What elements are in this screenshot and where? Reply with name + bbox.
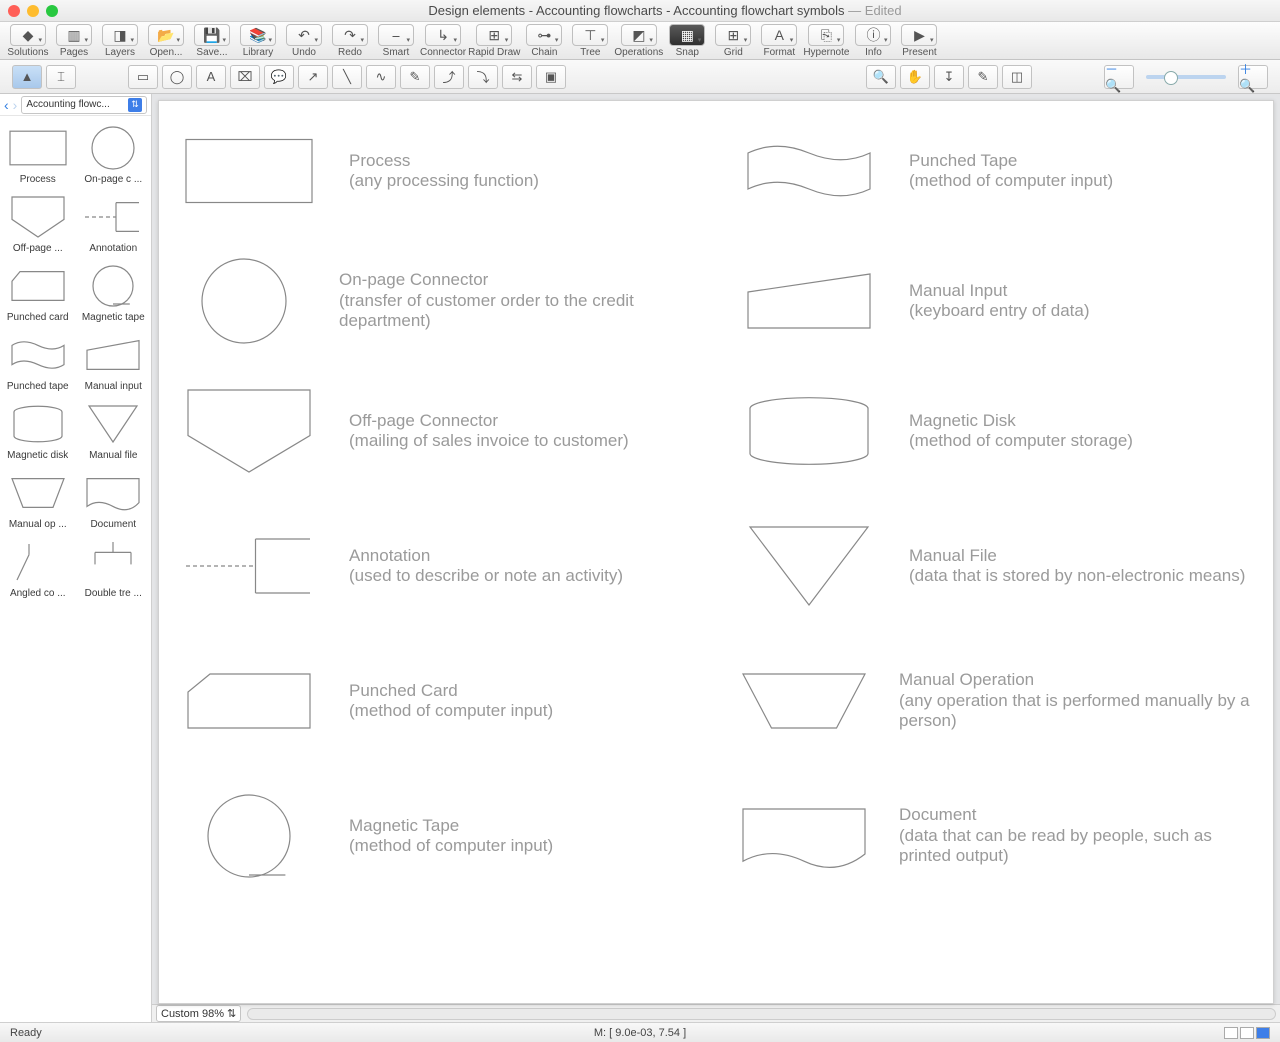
info-button[interactable]: ⓘ▾Info <box>851 24 895 58</box>
canvas-doc[interactable]: Document(data that can be read by people… <box>739 791 1259 881</box>
stencil-offpage[interactable]: Off-page ... <box>2 191 74 254</box>
zoom-slider[interactable] <box>1146 75 1226 79</box>
canvas-annot[interactable]: Annotation(used to describe or note an a… <box>179 521 699 611</box>
stencil-minput[interactable]: Manual input <box>78 329 150 392</box>
fullscreen-icon[interactable] <box>46 5 58 17</box>
canvas-mtape[interactable]: Magnetic Tape(method of computer input) <box>179 791 699 881</box>
canvas-pcard[interactable]: Punched Card(method of computer input) <box>179 656 699 746</box>
group-tool[interactable]: ▣ <box>536 65 566 89</box>
hypernote-button[interactable]: ⎘▾Hypernote <box>803 24 849 58</box>
shelf-back-button[interactable]: ‹ <box>4 97 9 113</box>
operations-button[interactable]: ◩▾Operations <box>614 24 663 58</box>
A-tool[interactable]: A <box>196 65 226 89</box>
view-mode-3[interactable] <box>1256 1027 1270 1039</box>
callout-tool[interactable]: 💬 <box>264 65 294 89</box>
textbox-tool[interactable]: ⌧ <box>230 65 260 89</box>
rapid-draw-button[interactable]: ⊞▾Rapid Draw <box>468 24 520 58</box>
canvas-offpage[interactable]: Off-page Connector(mailing of sales invo… <box>179 386 699 476</box>
layers-button[interactable]: ◨▾Layers <box>98 24 142 58</box>
snap-button[interactable]: ▦▾Snap <box>665 24 709 58</box>
rect-tool[interactable]: ▭ <box>128 65 158 89</box>
stencil-angled[interactable]: Angled co ... <box>2 536 74 599</box>
grid-button[interactable]: ⊞▾Grid <box>711 24 755 58</box>
arrow-tool[interactable]: ↗ <box>298 65 328 89</box>
zoom-out-button[interactable]: －🔍 <box>1104 65 1134 89</box>
minimize-icon[interactable] <box>27 5 39 17</box>
canvas-minput[interactable]: Manual Input(keyboard entry of data) <box>739 256 1259 346</box>
status-ready: Ready <box>10 1027 42 1039</box>
ellipse-tool[interactable]: ◯ <box>162 65 192 89</box>
horizontal-scrollbar[interactable] <box>247 1008 1276 1020</box>
stencil-rect[interactable]: Process <box>2 122 74 185</box>
stencil-sidebar: ‹ › Accounting flowc... ⇅ ProcessOn-page… <box>0 94 152 1022</box>
status-bar: Ready M: [ 9.0e-03, 7.54 ] <box>0 1022 1280 1042</box>
stencil-doc[interactable]: Document <box>78 467 150 530</box>
stencil-mop[interactable]: Manual op ... <box>2 467 74 530</box>
shape-toolbar: ▲ ⌶ ▭◯A⌧💬↗╲∿✎⤴⤵⇆▣ 🔍✋↧✎◫ －🔍 ＋🔍 <box>0 60 1280 94</box>
redo-button[interactable]: ↷▾Redo <box>328 24 372 58</box>
canvas[interactable]: Process(any processing function) Punched … <box>158 100 1274 1004</box>
save--button[interactable]: 💾▾Save... <box>190 24 234 58</box>
format-button[interactable]: A▾Format <box>757 24 801 58</box>
pages-button[interactable]: ▥▾Pages <box>52 24 96 58</box>
pen-tool[interactable]: ✎ <box>400 65 430 89</box>
stencil-pcard[interactable]: Punched card <box>2 260 74 323</box>
canvas-mfile[interactable]: Manual File(data that is stored by non-e… <box>739 521 1259 611</box>
pointer-tool[interactable]: ▲ <box>12 65 42 89</box>
canvas-circle[interactable]: On-page Connector(transfer of customer o… <box>179 256 699 346</box>
text-cursor-tool[interactable]: ⌶ <box>46 65 76 89</box>
status-coords: M: [ 9.0e-03, 7.54 ] <box>594 1027 686 1039</box>
solutions-button[interactable]: ◆▾Solutions <box>6 24 50 58</box>
undo-button[interactable]: ↶▾Undo <box>282 24 326 58</box>
stencil-ptape[interactable]: Punched tape <box>2 329 74 392</box>
connect2-tool[interactable]: ⤵ <box>468 65 498 89</box>
hand-tool[interactable]: ✋ <box>900 65 930 89</box>
canvas-ptape[interactable]: Punched Tape(method of computer input) <box>739 126 1259 216</box>
view-mode-2[interactable] <box>1240 1027 1254 1039</box>
zoom-select[interactable]: Custom 98% ⇅ <box>156 1005 241 1022</box>
tree-button[interactable]: ⊤▾Tree <box>568 24 612 58</box>
shelf-forward-button[interactable]: › <box>13 97 18 113</box>
canvas-mdisk[interactable]: Magnetic Disk(method of computer storage… <box>739 386 1259 476</box>
present-button[interactable]: ▶▾Present <box>897 24 941 58</box>
connect3-tool[interactable]: ⇆ <box>502 65 532 89</box>
main-toolbar: ◆▾Solutions▥▾Pages◨▾Layers📂▾Open...💾▾Sav… <box>0 22 1280 60</box>
zoom-in-button[interactable]: ＋🔍 <box>1238 65 1268 89</box>
connect1-tool[interactable]: ⤴ <box>434 65 464 89</box>
line-tool[interactable]: ╲ <box>332 65 362 89</box>
smart-button[interactable]: ⎯▾Smart <box>374 24 418 58</box>
library-button[interactable]: 📚▾Library <box>236 24 280 58</box>
erase-tool[interactable]: ◫ <box>1002 65 1032 89</box>
stencil-annot[interactable]: Annotation <box>78 191 150 254</box>
stencil-mdisk[interactable]: Magnetic disk <box>2 398 74 461</box>
window-title: Design elements - Accounting flowcharts … <box>58 3 1272 18</box>
shelf-selector[interactable]: Accounting flowc... ⇅ <box>21 96 147 114</box>
stencil-dtree[interactable]: Double tre ... <box>78 536 150 599</box>
zoom-tool[interactable]: 🔍 <box>866 65 896 89</box>
stencil-mfile[interactable]: Manual file <box>78 398 150 461</box>
close-icon[interactable] <box>8 5 20 17</box>
view-mode-1[interactable] <box>1224 1027 1238 1039</box>
align-tool[interactable]: ↧ <box>934 65 964 89</box>
stencil-mtape[interactable]: Magnetic tape <box>78 260 150 323</box>
canvas-rect[interactable]: Process(any processing function) <box>179 126 699 216</box>
open--button[interactable]: 📂▾Open... <box>144 24 188 58</box>
curve-tool[interactable]: ∿ <box>366 65 396 89</box>
connector-button[interactable]: ↳▾Connector <box>420 24 466 58</box>
eyedrop-tool[interactable]: ✎ <box>968 65 998 89</box>
stencil-circle[interactable]: On-page c ... <box>78 122 150 185</box>
chain-button[interactable]: ⊶▾Chain <box>522 24 566 58</box>
title-bar: Design elements - Accounting flowcharts … <box>0 0 1280 22</box>
canvas-mop[interactable]: Manual Operation(any operation that is p… <box>739 656 1259 746</box>
